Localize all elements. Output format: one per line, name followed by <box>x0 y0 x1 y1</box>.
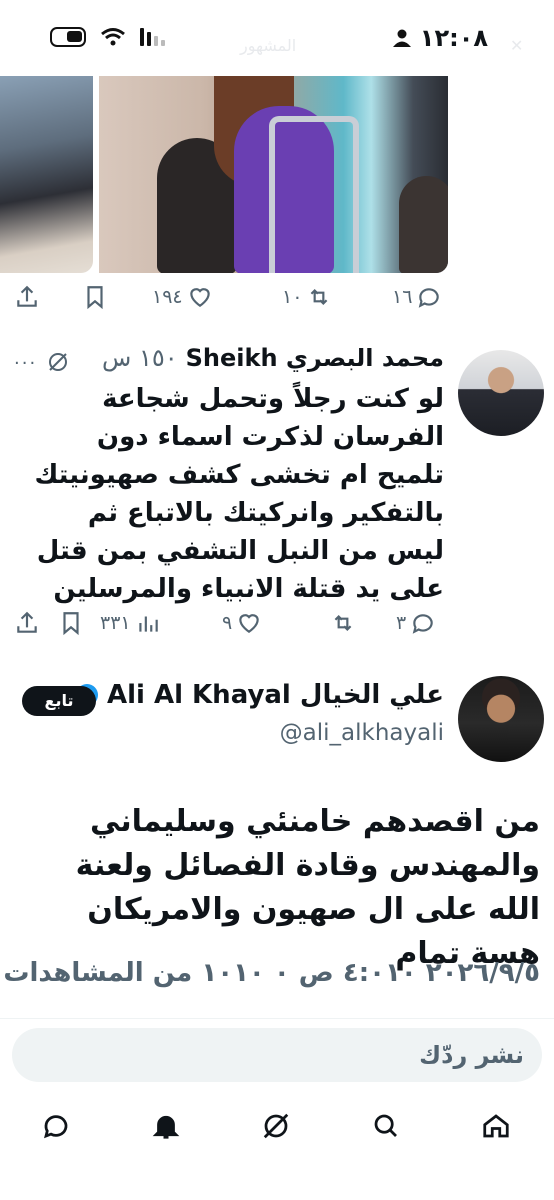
nav-messages[interactable] <box>36 1106 76 1146</box>
tweet-actions: ٣٣١ ٩ ٣ <box>0 610 554 650</box>
like-button[interactable]: ١٩٤ <box>152 284 213 310</box>
heart-icon <box>239 614 259 633</box>
tweet-time: ١٥٠ س <box>102 344 178 372</box>
bookmark-icon <box>87 286 103 310</box>
image-ladder <box>269 116 359 273</box>
like-count: ١٩٤ <box>152 286 183 308</box>
heart-icon <box>189 288 210 307</box>
grok-icon[interactable] <box>46 350 70 374</box>
share-button[interactable] <box>14 284 40 310</box>
tweet-meta: ٢٠٢٦/٩/٥ ٤:٠١٠ ص ٠ ١٠١٠ من المشاهدات <box>3 958 540 988</box>
user-icon <box>392 29 411 47</box>
bookmark-button[interactable] <box>82 284 108 310</box>
avatar[interactable] <box>458 676 544 762</box>
tweet-text: لو كنت رجلاً وتحمل شجاعة الفرسان لذكرت ا… <box>34 384 444 604</box>
follow-button[interactable]: تابع <box>22 686 96 716</box>
tweet-image-1[interactable] <box>0 76 93 273</box>
status-bar: المشهور ✕ ١٢:٠٨ <box>0 0 554 76</box>
status-time-group: ١٢:٠٨ <box>392 24 488 52</box>
chat-icon <box>44 1115 68 1139</box>
views-button[interactable]: ٣٣١ <box>100 610 161 636</box>
bottom-nav <box>0 1098 554 1158</box>
author-name-row: علي الخيال Ali Al Khayal <box>75 680 444 710</box>
wifi-icon <box>101 28 125 46</box>
reply-count: ٣ <box>396 612 407 634</box>
image-figure <box>399 176 448 273</box>
more-options-icon[interactable]: ··· <box>14 353 37 374</box>
reply-count: ١٦ <box>392 286 413 308</box>
ghost-header-text: المشهور <box>240 36 297 55</box>
share-icon <box>17 285 37 307</box>
retweet-icon <box>334 614 352 632</box>
retweet-count: ١٠ <box>282 286 303 308</box>
home-icon <box>483 1114 509 1138</box>
search-icon <box>374 1114 397 1137</box>
bookmark-icon <box>63 612 79 636</box>
share-icon <box>17 611 37 633</box>
like-button[interactable]: ٩ <box>222 610 262 636</box>
ghost-close-icon: ✕ <box>510 36 524 55</box>
reply-button[interactable]: ١٦ <box>392 284 442 310</box>
tweet-actions: ١٩٤ ١٠ ١٦ <box>0 284 554 324</box>
comment-icon <box>412 614 433 634</box>
share-button[interactable] <box>14 610 40 636</box>
status-icons <box>50 27 165 47</box>
tweet-image-2[interactable] <box>99 76 448 273</box>
signal-icon <box>140 28 165 46</box>
like-count: ٩ <box>222 612 233 634</box>
views-count: ٣٣١ <box>100 612 131 634</box>
bookmark-button[interactable] <box>58 610 84 636</box>
author-name[interactable]: محمد البصري Sheikh <box>186 344 444 372</box>
nav-grok[interactable] <box>256 1106 296 1146</box>
tweet-header: محمد البصري Sheikh ١٥٠ س <box>102 344 444 372</box>
nav-notifications[interactable] <box>146 1106 186 1146</box>
avatar[interactable] <box>458 350 544 436</box>
reply-input[interactable] <box>12 1028 542 1082</box>
comment-icon <box>419 288 440 308</box>
author-handle[interactable]: @ali_alkhayali <box>280 720 444 746</box>
retweet-icon <box>311 288 328 306</box>
reply-box[interactable] <box>12 1028 542 1082</box>
reply-button[interactable]: ٣ <box>396 610 436 636</box>
battery-icon <box>50 27 86 47</box>
grok-icon <box>263 1113 289 1139</box>
nav-home[interactable] <box>476 1106 516 1146</box>
tweet-media-row <box>0 76 448 274</box>
tweet-text: من اقصدهم خامنئي وسليماني والمهندس وقادة… <box>75 804 540 971</box>
divider <box>0 1018 554 1019</box>
views-icon <box>138 616 158 632</box>
author-name[interactable]: علي الخيال Ali Al Khayal <box>107 680 444 710</box>
bell-icon <box>152 1115 180 1139</box>
status-time: ١٢:٠٨ <box>419 24 488 52</box>
nav-search[interactable] <box>366 1106 406 1146</box>
retweet-button[interactable]: ١٠ <box>282 284 332 310</box>
retweet-button[interactable] <box>330 610 356 636</box>
